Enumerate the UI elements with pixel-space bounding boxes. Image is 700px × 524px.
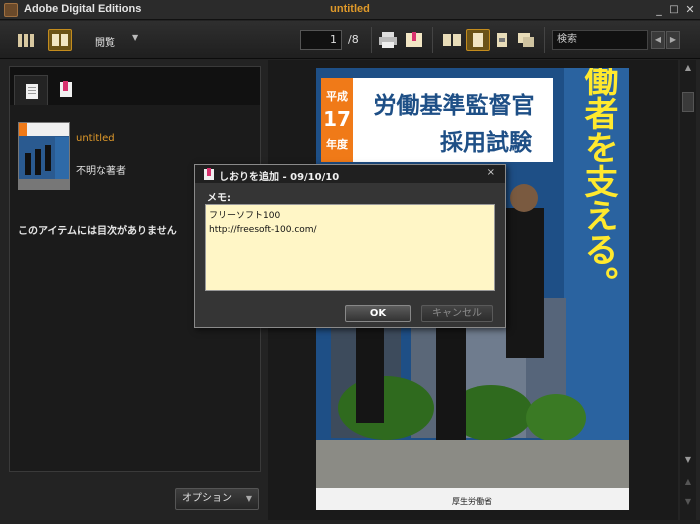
add-bookmark-dialog: しおりを追加 - 09/10/10 × メモ: フリーソフト100 http:/…	[194, 164, 506, 328]
tab-bookmarks[interactable]	[50, 75, 84, 105]
app-window: Adobe Digital Editions untitled _ □ ✕ 閲覧…	[0, 0, 700, 524]
memo-textarea[interactable]: フリーソフト100 http://freesoft-100.com/	[205, 204, 495, 291]
reading-view-button[interactable]	[48, 29, 72, 51]
two-page-view-button[interactable]	[440, 29, 464, 51]
maximize-button[interactable]: □	[667, 3, 681, 17]
fit-width-button[interactable]	[490, 29, 514, 51]
toolbar: 閲覧 ▼ 1 /8 検索 ◀ ▶	[0, 21, 700, 59]
single-page-icon	[473, 33, 483, 47]
vertical-scrollbar[interactable]: ▲ ▼ ▲ ▼	[680, 60, 696, 520]
scroll-down-icon[interactable]: ▼	[682, 454, 694, 466]
book-thumbnail[interactable]	[18, 122, 70, 190]
document-title: untitled	[330, 3, 370, 15]
print-button[interactable]	[376, 29, 400, 51]
scroll-up-icon[interactable]: ▲	[682, 62, 694, 74]
item-title[interactable]: untitled	[76, 133, 115, 144]
dialog-title-bar[interactable]: しおりを追加 - 09/10/10 ×	[195, 165, 505, 183]
toolbar-divider	[432, 27, 433, 53]
page-down-icon[interactable]: ▼	[682, 496, 694, 508]
toolbar-divider	[371, 27, 372, 53]
svg-text:採用試験: 採用試験	[440, 129, 533, 156]
page-total: /8	[348, 33, 359, 46]
options-button[interactable]: オプション ▼	[175, 488, 259, 510]
printer-icon	[379, 32, 397, 48]
svg-text:平成: 平成	[326, 89, 348, 103]
page-number-input[interactable]: 1	[300, 30, 342, 50]
memo-line: フリーソフト100	[209, 211, 281, 221]
fit-width-icon	[497, 33, 507, 47]
two-page-icon	[443, 34, 461, 46]
book-cover-image	[19, 123, 69, 189]
title-bar: Adobe Digital Editions untitled _ □ ✕	[0, 0, 700, 20]
view-mode-label[interactable]: 閲覧	[95, 34, 115, 49]
publisher-footer: 厚生労働省	[452, 496, 492, 506]
dialog-title: しおりを追加 - 09/10/10	[219, 172, 340, 183]
page-up-icon[interactable]: ▲	[682, 476, 694, 488]
memo-line: http://freesoft-100.com/	[209, 225, 317, 235]
search-next-button[interactable]: ▶	[666, 31, 680, 49]
svg-text:年度: 年度	[326, 137, 349, 151]
library-icon	[18, 34, 34, 47]
fullscreen-icon	[518, 33, 534, 47]
bookmark-icon	[406, 32, 422, 47]
memo-label: メモ:	[207, 193, 231, 204]
fullscreen-button[interactable]	[514, 29, 538, 51]
options-label: オプション	[182, 493, 232, 504]
bookmark-icon	[204, 168, 214, 180]
no-toc-message: このアイテムには目次がありません	[18, 226, 177, 237]
svg-text:すべての労働者を支える。: すべての労働者を支える。	[578, 68, 618, 300]
bookmark-button[interactable]	[402, 29, 426, 51]
ok-button[interactable]: OK	[345, 305, 411, 322]
library-view-button[interactable]	[14, 29, 38, 51]
panel-tabs	[10, 67, 260, 105]
minimize-button[interactable]: _	[652, 3, 666, 17]
single-page-view-button[interactable]	[466, 29, 490, 51]
item-author: 不明な著者	[76, 166, 126, 177]
dialog-close-button[interactable]: ×	[487, 167, 495, 178]
document-icon	[26, 84, 38, 99]
vertical-slogan: すべての労働者を支える。	[578, 68, 618, 300]
chevron-down-icon: ▼	[245, 494, 252, 503]
search-input[interactable]: 検索	[552, 30, 648, 50]
scroll-thumb[interactable]	[682, 92, 694, 112]
open-book-icon	[52, 34, 68, 46]
close-button[interactable]: ✕	[683, 3, 697, 17]
toolbar-divider	[544, 27, 545, 53]
svg-text:労働基準監督官: 労働基準監督官	[374, 92, 535, 119]
tab-contents[interactable]	[14, 75, 48, 105]
chevron-down-icon[interactable]: ▼	[132, 33, 138, 42]
svg-text:17: 17	[323, 107, 351, 131]
search-prev-button[interactable]: ◀	[651, 31, 665, 49]
bookmark-icon	[60, 81, 72, 97]
cancel-button[interactable]: キャンセル	[421, 305, 493, 322]
